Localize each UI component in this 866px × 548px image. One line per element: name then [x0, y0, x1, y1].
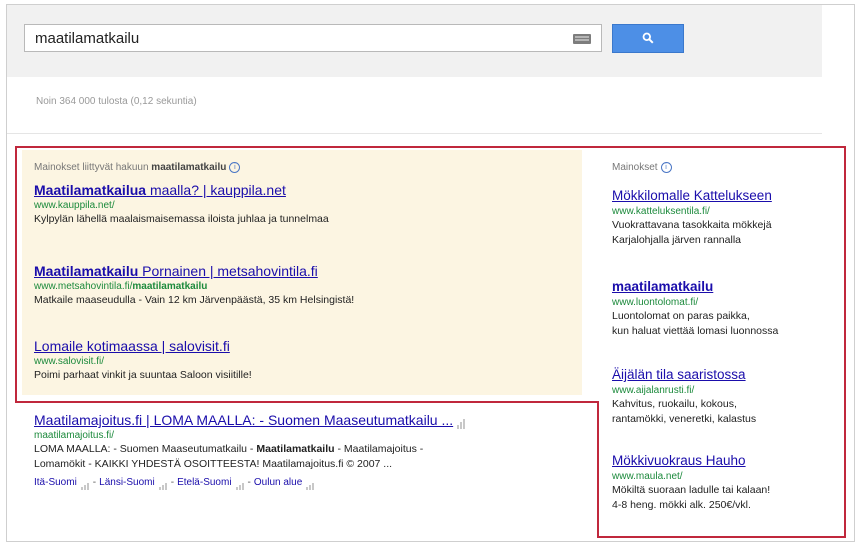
keyboard-icon[interactable] — [573, 34, 591, 44]
sitelinks: Itä-Suomi - Länsi-Suomi - Etelä-Suomi - Oulun … — [34, 475, 466, 490]
ad-description-line-2: 4-8 heng. mökki alk. 250€/vkl. — [612, 499, 751, 511]
sitelink-oulun-alue[interactable]: Oulun alue — [254, 477, 302, 488]
separator: - — [247, 477, 251, 488]
ad-title-link[interactable]: Mökkilomalle Kattelukseen — [612, 187, 772, 205]
search-icon — [642, 32, 654, 44]
top-ads-label-query: maatilamatkailu — [151, 162, 227, 174]
ad-url: www.maula.net/ — [612, 471, 683, 482]
side-ads-label: Mainokset i — [612, 162, 672, 173]
info-icon[interactable]: i — [229, 162, 241, 173]
sitelink-lansi-suomi[interactable]: Länsi-Suomi — [99, 477, 155, 488]
ad-title-link[interactable]: maatilamatkailu — [612, 278, 778, 296]
result-desc-bold: Maatilamatkailu — [256, 443, 335, 455]
search-box[interactable]: maatilamatkailu — [24, 24, 602, 52]
top-ad-2: Maatilamatkailu Pornainen | metsahovinti… — [34, 262, 354, 308]
ad-url: www.metsahovintila.fi/maatilamatkailu — [34, 280, 354, 293]
top-ad-3: Lomaile kotimaassa | salovisit.fi www.sa… — [34, 337, 252, 383]
preview-icon[interactable] — [158, 475, 168, 490]
ad-description-line-2: kun haluat viettää lomasi luonnossa — [612, 325, 779, 337]
ad-title-bold: Maatilamatkailu — [34, 263, 139, 279]
result-description-line-2: Lomamökit - KAIKKI YHDESTÄ OSOITTEESTA! … — [34, 458, 393, 470]
side-ad-4: Mökkivuokraus Hauho www.maula.net/ Mökil… — [612, 452, 770, 513]
ad-title-link[interactable]: Äijälän tila saaristossa — [612, 366, 756, 384]
ad-url: www.kauppila.net/ — [34, 200, 115, 211]
sitelink-etela-suomi[interactable]: Etelä-Suomi — [177, 477, 231, 488]
ad-title-link[interactable]: Mökkivuokraus Hauho — [612, 452, 770, 470]
ad-description: Kylpylän lähellä maalaismaisemassa ilois… — [34, 213, 329, 225]
side-ad-1: Mökkilomalle Kattelukseen www.kattelukse… — [612, 187, 772, 248]
info-icon[interactable]: i — [660, 162, 672, 173]
top-ads-label-prefix: Mainokset liittyvät hakuun — [34, 162, 149, 174]
ad-title-text: Pornainen | metsahovintila.fi — [138, 263, 318, 279]
ad-description-line-1: Vuokrattavana tasokkaita mökkejä — [612, 219, 772, 231]
result-url: maatilamajoitus.fi/ — [34, 430, 115, 441]
ad-description-line-1: Kahvitus, ruokailu, kokous, — [612, 398, 737, 410]
organic-result: Maatilamajoitus.fi | LOMA MAALLA: - Suom… — [34, 411, 466, 490]
ad-title-text: maalla? | kauppila.net — [146, 182, 286, 198]
divider — [7, 133, 822, 134]
ad-title-link[interactable]: Maatilamatkailua maalla? | kauppila.net — [34, 181, 329, 199]
result-desc-text: LOMA MAALLA: - Suomen Maaseutumatkailu - — [34, 443, 257, 455]
search-button[interactable] — [612, 24, 684, 53]
ad-description-line-2: rantamökki, veneretki, kalastus — [612, 413, 757, 425]
sitelink-ita-suomi[interactable]: Itä-Suomi — [34, 477, 77, 488]
preview-icon[interactable] — [306, 475, 315, 490]
ad-url-text: www.metsahovintila.fi/ — [34, 281, 133, 292]
top-ad-1: Maatilamatkailua maalla? | kauppila.net … — [34, 181, 329, 227]
ad-description-line-1: Luontolomat on paras paikka, — [612, 310, 750, 322]
result-title-text: Maatilamajoitus.fi | LOMA MAALLA: - Suom… — [34, 412, 454, 428]
separator: - — [170, 477, 175, 488]
side-ads-label-text: Mainokset — [612, 162, 658, 174]
result-title-link[interactable]: Maatilamajoitus.fi | LOMA MAALLA: - Suom… — [34, 411, 466, 429]
side-ad-3: Äijälän tila saaristossa www.aijalanrust… — [612, 366, 756, 427]
separator: - — [92, 477, 97, 488]
ad-description: Poimi parhaat vinkit ja suuntaa Saloon v… — [34, 369, 252, 381]
top-ads-label: Mainokset liittyvät hakuun maatilamatkai… — [34, 162, 241, 174]
preview-icon[interactable] — [80, 475, 90, 490]
preview-icon[interactable] — [457, 411, 466, 429]
result-desc-text: - Maatilamajoitus - — [334, 443, 424, 455]
ad-description: Matkaile maaseudulla - Vain 12 km Järven… — [34, 294, 355, 306]
ad-description-line-1: Mökiltä suoraan ladulle tai kalaan! — [612, 484, 771, 496]
ad-title-link[interactable]: Lomaile kotimaassa | salovisit.fi — [34, 337, 252, 355]
side-ad-2: maatilamatkailu www.luontolomat.fi/ Luon… — [612, 278, 778, 339]
ad-url: www.salovisit.fi/ — [34, 356, 105, 367]
ad-title-link[interactable]: Maatilamatkailu Pornainen | metsahovinti… — [34, 262, 354, 280]
results-stats: Noin 364 000 tulosta (0,12 sekuntia) — [36, 96, 197, 107]
search-input[interactable]: maatilamatkailu — [35, 30, 139, 47]
ad-title-bold: Maatilamatkailua — [34, 182, 147, 198]
preview-icon[interactable] — [235, 475, 245, 490]
result-description-line-1: LOMA MAALLA: - Suomen Maaseutumatkailu -… — [34, 442, 466, 457]
ad-url: www.katteluksentila.fi/ — [612, 206, 710, 217]
ad-url: www.luontolomat.fi/ — [612, 297, 699, 308]
ad-title-text: Lomaile kotimaassa | salovisit.fi — [34, 338, 230, 354]
ad-url: www.aijalanrusti.fi/ — [612, 385, 695, 396]
ad-url-bold: maatilamatkailu — [132, 281, 208, 292]
ad-description-line-2: Karjalohjalla järven rannalla — [612, 234, 741, 246]
